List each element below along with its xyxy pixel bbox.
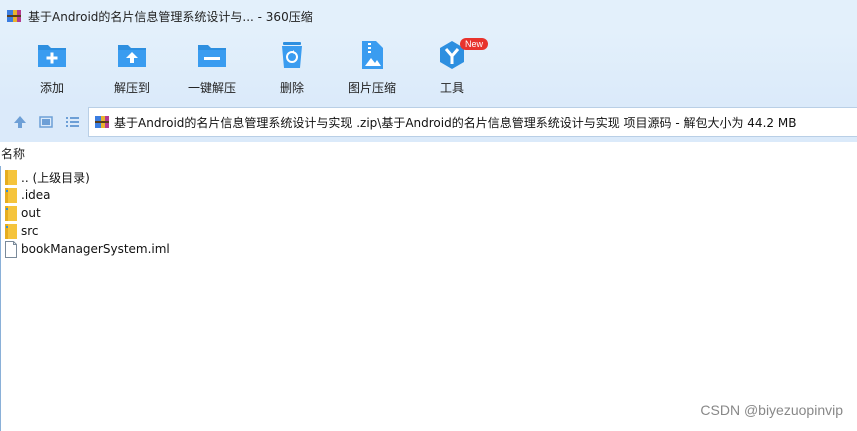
one-click-extract-icon bbox=[198, 45, 226, 67]
add-folder-icon bbox=[38, 45, 66, 67]
list-item-parent-directory[interactable]: .. (上级目录) bbox=[0, 168, 857, 186]
item-name: .. (上级目录) bbox=[21, 170, 90, 185]
list-view-button[interactable] bbox=[60, 110, 84, 134]
up-button[interactable] bbox=[8, 110, 32, 134]
address-path: 基于Android的名片信息管理系统设计与实现 .zip\基于Android的名… bbox=[114, 115, 797, 130]
delete-button[interactable]: 删除 bbox=[254, 38, 330, 98]
tools-button[interactable]: New 工具 bbox=[414, 38, 490, 98]
file-list: .. (上级目录) .idea out src bookManagerSyste… bbox=[0, 168, 857, 258]
address-row: 基于Android的名片信息管理系统设计与实现 .zip\基于Android的名… bbox=[0, 102, 857, 142]
thumbnail-view-button[interactable] bbox=[34, 110, 58, 134]
document-icon bbox=[5, 240, 17, 258]
extract-to-icon bbox=[118, 45, 146, 67]
folder-icon bbox=[5, 205, 17, 221]
extract-to-label: 解压到 bbox=[113, 81, 150, 95]
list-item-idea[interactable]: .idea bbox=[0, 186, 857, 204]
trash-icon bbox=[282, 42, 302, 68]
one-click-extract-button[interactable]: 一键解压 bbox=[174, 38, 250, 98]
title-bar: 基于Android的名片信息管理系统设计与... - 360压缩 bbox=[0, 0, 857, 32]
image-compress-button[interactable]: 图片压缩 bbox=[334, 38, 410, 98]
item-name: .idea bbox=[21, 188, 51, 202]
list-header: 名称 bbox=[0, 142, 857, 166]
list-item-out[interactable]: out bbox=[0, 204, 857, 222]
watermark: CSDN @biyezuopinvip bbox=[700, 402, 843, 418]
address-bar[interactable]: 基于Android的名片信息管理系统设计与实现 .zip\基于Android的名… bbox=[88, 107, 857, 137]
item-name: out bbox=[21, 206, 41, 220]
item-name: src bbox=[21, 224, 39, 238]
folder-icon bbox=[5, 169, 17, 185]
one-click-extract-label: 一键解压 bbox=[187, 81, 236, 95]
add-button[interactable]: 添加 bbox=[14, 38, 90, 98]
delete-label: 删除 bbox=[279, 81, 304, 95]
folder-icon bbox=[5, 187, 17, 203]
list-view-icon bbox=[66, 117, 79, 127]
extract-to-button[interactable]: 解压到 bbox=[94, 38, 170, 98]
image-compress-label: 图片压缩 bbox=[347, 81, 396, 95]
tools-label: 工具 bbox=[439, 81, 464, 95]
toolbar: 添加 解压到 一键解压 删除 图片压缩 New 工具 bbox=[0, 32, 857, 102]
list-item-iml-file[interactable]: bookManagerSystem.iml bbox=[0, 240, 857, 258]
arrow-up-icon bbox=[14, 116, 26, 128]
archive-icon bbox=[7, 10, 21, 22]
thumbnail-view-icon bbox=[39, 116, 53, 128]
window-title: 基于Android的名片信息管理系统设计与... - 360压缩 bbox=[28, 9, 313, 24]
archive-icon bbox=[95, 116, 109, 128]
item-name: bookManagerSystem.iml bbox=[21, 242, 170, 256]
new-badge: New bbox=[460, 38, 489, 50]
folder-icon bbox=[5, 223, 17, 239]
column-header-name[interactable]: 名称 bbox=[1, 145, 25, 162]
add-label: 添加 bbox=[39, 81, 64, 95]
list-item-src[interactable]: src bbox=[0, 222, 857, 240]
image-compress-icon bbox=[362, 41, 383, 69]
